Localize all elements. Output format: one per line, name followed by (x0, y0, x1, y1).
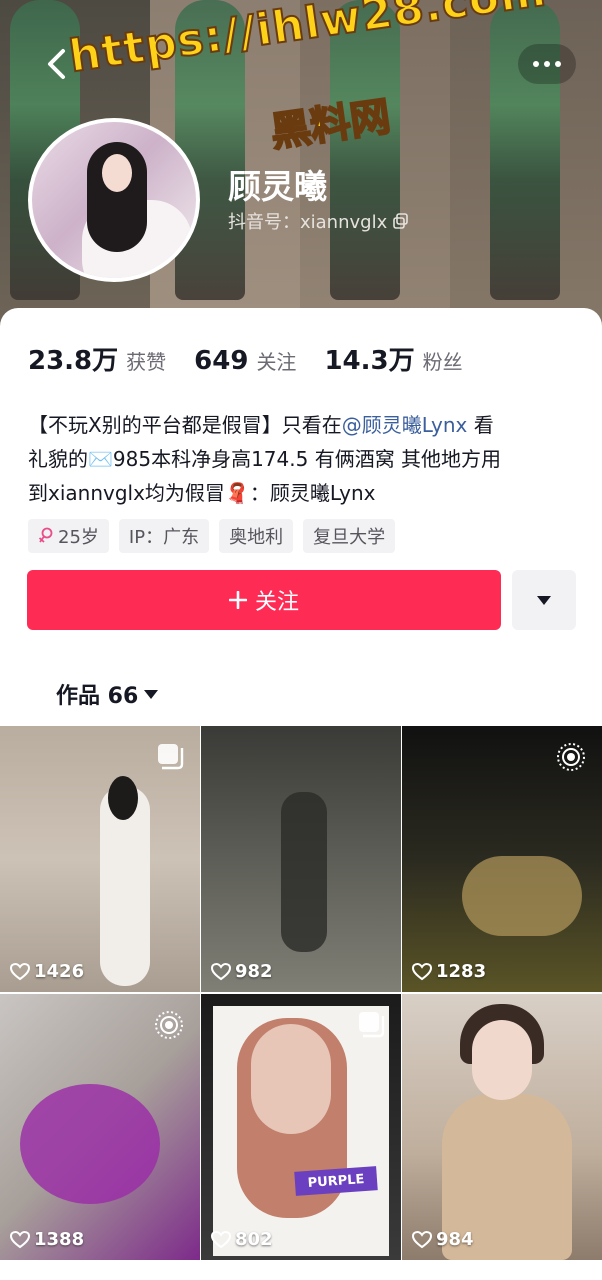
video-thumbnail[interactable]: 1388 (0, 994, 200, 1260)
plus-icon (228, 591, 247, 609)
stat-label: 粉丝 (422, 350, 463, 374)
tag-country: 奥地利 (219, 519, 294, 553)
stat-label: 获赞 (126, 350, 167, 374)
profile-name: 顾灵曦 (228, 167, 327, 206)
copy-icon[interactable] (393, 213, 409, 229)
follow-button-label: 关注 (254, 590, 299, 615)
profile-bio: 【不玩X别的平台都是假冒】只看在@顾灵曦Lynx 看 礼貌的✉️985本科净身高… (28, 408, 576, 510)
heart-icon (10, 962, 30, 980)
like-count: 984 (412, 1229, 474, 1250)
profile-stats: 23.8万 获赞 649 关注 14.3万 粉丝 (28, 340, 491, 377)
tag-ip-location: IP：广东 (118, 519, 210, 553)
heart-icon (412, 1230, 432, 1248)
stat-followers[interactable]: 14.3万 粉丝 (324, 340, 462, 377)
douyin-id[interactable]: 抖音号：xiannvglx (228, 208, 409, 234)
like-count: 1388 (10, 1229, 84, 1250)
bio-line: 礼貌的✉️985本科净身高174.5 有俩酒窝 其他地方用 (28, 447, 502, 471)
header-figure (330, 0, 400, 300)
multi-image-icon (359, 1012, 385, 1038)
follow-button[interactable]: 关注 (27, 570, 501, 630)
bio-mention-link[interactable]: @顾灵曦Lynx (342, 413, 468, 437)
stat-value: 14.3万 (324, 346, 415, 376)
video-thumbnail[interactable]: 984 (402, 994, 602, 1260)
tag-school: 复旦大学 (303, 519, 396, 553)
video-thumbnail[interactable]: PURPLE 802 (201, 994, 401, 1260)
video-thumbnail[interactable]: 982 (201, 726, 401, 992)
chevron-left-icon (48, 49, 65, 79)
caret-down-icon (537, 595, 551, 605)
tag-age: 25岁 (28, 519, 109, 553)
more-button[interactable] (518, 44, 576, 84)
video-thumbnail[interactable]: 1426 (0, 726, 200, 992)
stat-following[interactable]: 649 关注 (194, 346, 296, 376)
bio-line: 到xiannvglx均为假冒🧣：顾灵曦Lynx (28, 481, 376, 505)
tab-works-label: 作品 66 (56, 684, 139, 709)
heart-icon (211, 962, 231, 980)
heart-icon (412, 962, 432, 980)
douyin-id-text: 抖音号：xiannvglx (228, 212, 388, 233)
multi-image-icon (158, 744, 184, 770)
live-photo-icon (557, 743, 585, 771)
profile-header: https://ihlw28.com 黑料网 顾灵曦 抖音号：xiannvglx (0, 0, 602, 330)
more-dots-icon (533, 61, 561, 67)
video-grid: 1426 982 1283 1388 PURPLE 802 984 (0, 726, 602, 1260)
stat-likes[interactable]: 23.8万 获赞 (28, 340, 166, 377)
stat-value: 649 (194, 346, 249, 376)
profile-tags: 25岁 IP：广东 奥地利 复旦大学 (28, 519, 396, 553)
heart-icon (211, 1230, 231, 1248)
caret-down-icon (144, 689, 159, 699)
like-count: 1283 (412, 961, 486, 982)
stat-value: 23.8万 (28, 346, 119, 376)
bio-line: 【不玩X别的平台都是假冒】只看在@顾灵曦Lynx 看 (28, 413, 494, 437)
like-count: 982 (211, 961, 273, 982)
female-icon (38, 527, 53, 543)
avatar[interactable] (28, 118, 200, 282)
like-count: 1426 (10, 961, 84, 982)
tab-works[interactable]: 作品 66 (56, 678, 159, 710)
video-thumbnail[interactable]: 1283 (402, 726, 602, 992)
recommend-dropdown-button[interactable] (512, 570, 576, 630)
stat-label: 关注 (256, 350, 297, 374)
like-count: 802 (211, 1229, 273, 1250)
live-photo-icon (155, 1011, 183, 1039)
heart-icon (10, 1230, 30, 1248)
